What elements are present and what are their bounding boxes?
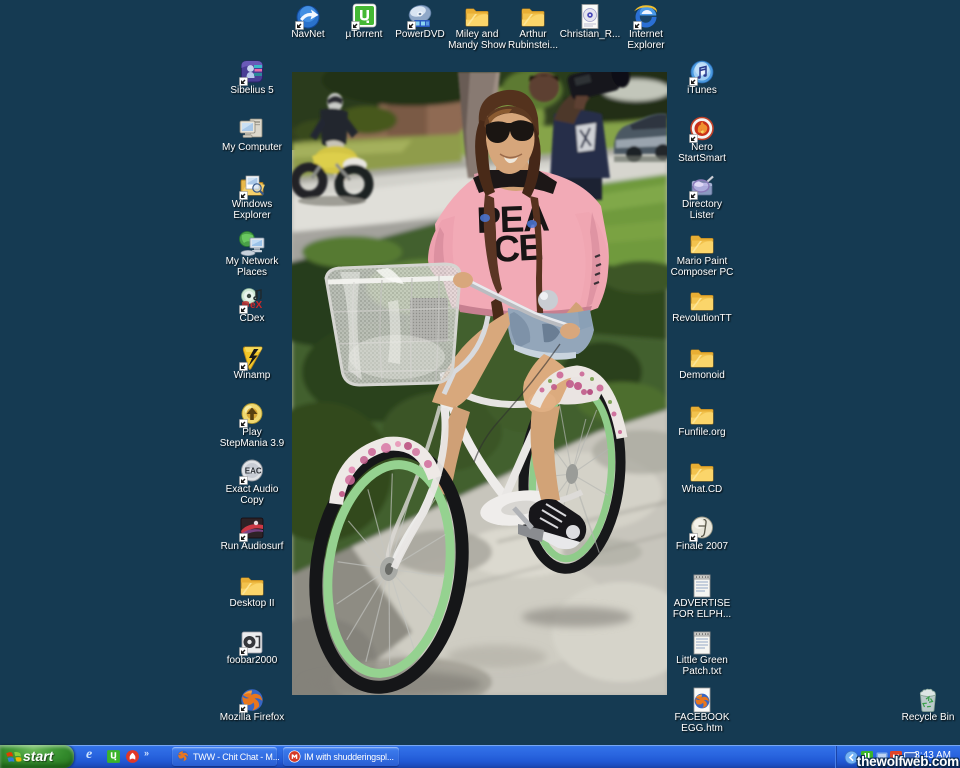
svg-text:eX: eX	[250, 300, 263, 311]
svg-text:EAC: EAC	[245, 467, 262, 476]
